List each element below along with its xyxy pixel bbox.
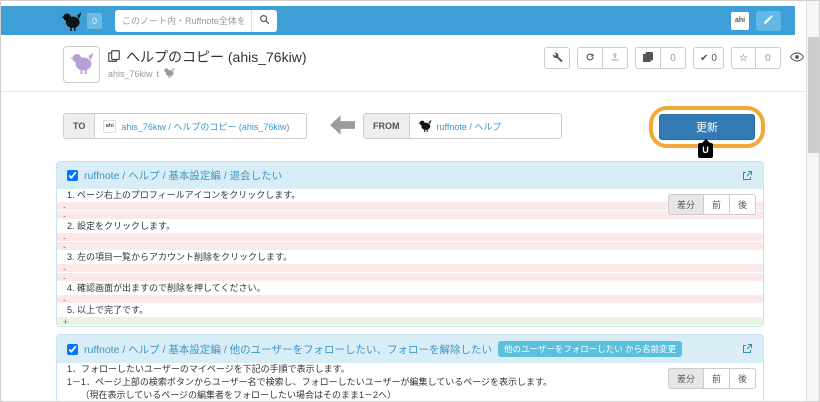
upload-icon [609,51,621,66]
search-input[interactable] [115,10,251,32]
fork-button[interactable] [635,47,661,69]
diff-panel-2: ruffnote / ヘルプ / 基本設定編 / 他のユーザーをフォローしたい、… [56,334,764,402]
star-group: ☆ 0 [731,47,781,69]
diff-line-removed: - [57,233,763,242]
diff-line: 1．フォローしたいユーザーのマイページを下記の手順で表示します。 [57,363,763,376]
panel-2-title-link[interactable]: ruffnote / ヘルプ / 基本設定編 / 他のユーザーをフォローしたい、… [84,342,492,357]
to-path-link[interactable]: ahis_76kiw / ヘルプのコピー (ahis_76kiw) [121,120,289,133]
fork-copy-icon [642,51,654,66]
from-bird-icon [418,119,432,134]
panel-1-header: ruffnote / ヘルプ / 基本設定編 / 退会したい [57,162,763,189]
navbar: 0 ahi [1,6,795,35]
search-icon [259,13,270,28]
star-count[interactable]: 0 [756,47,781,69]
vertical-scrollbar[interactable] [806,1,819,402]
title-row: ヘルプのコピー (ahis_76kiw) [107,47,306,67]
panel-1-body: 1. ページ右上のプロフィールアイコンをクリックします。 - - 2. 設定をク… [57,189,763,326]
copy-icon [107,49,121,66]
update-button[interactable]: 更新 [659,114,755,140]
refresh-button[interactable] [577,47,603,69]
external-link-icon[interactable] [741,343,753,355]
diff-panels: ruffnote / ヘルプ / 基本設定編 / 退会したい 1. ページ右上の… [56,161,764,402]
star-icon: ☆ [739,53,748,64]
divider [1,91,807,92]
panel-2-body: 1．フォローしたいユーザーのマイページを下記の手順で表示します。 1－1．ページ… [57,363,763,402]
diff-line: 5. 以上で完了です。 [57,304,763,317]
diff-panel-1: ruffnote / ヘルプ / 基本設定編 / 退会したい 1. ページ右上の… [56,161,764,327]
diff-line-removed: - [57,211,763,220]
merge-from: FROM ruffnote / ヘルプ [363,113,562,139]
after-view-button[interactable]: 後 [730,194,756,215]
from-path-link[interactable]: ruffnote / ヘルプ [437,120,502,133]
page-title: ヘルプのコピー (ahis_76kiw) [126,47,306,67]
scrollbar-thumb[interactable] [808,37,819,153]
before-view-button[interactable]: 前 [704,368,730,389]
owner-suffix: t [157,69,160,79]
check-count: 0 [711,53,717,64]
owner-name[interactable]: ahis_76kiw [108,69,153,79]
diff-line-removed: - [57,264,763,273]
merge-to: TO ahi ahis_76kiw / ヘルプのコピー (ahis_76kiw) [63,113,307,139]
diff-line-removed: - [57,242,763,251]
diff-line-added: + [57,317,763,326]
panel-1-title-link[interactable]: ruffnote / ヘルプ / 基本設定編 / 退会したい [84,168,282,183]
diff-view-button[interactable]: 差分 [668,194,704,215]
rename-badge: 他のユーザーをフォローしたい から名前変更 [498,341,682,357]
merge-arrow-left-icon [330,115,355,135]
diff-line: （現在表示しているページの編集者をフォローしたい場合はそのまま1－2へ） [57,389,763,402]
diff-view-button[interactable]: 差分 [668,368,704,389]
purple-bird-icon [70,51,94,79]
notification-badge[interactable]: 0 [87,13,102,29]
settings-button[interactable] [544,47,570,69]
from-label: FROM [363,113,410,139]
after-view-button[interactable]: 後 [730,368,756,389]
panel-2-checkbox[interactable] [67,344,78,355]
fork-count[interactable]: 0 [661,47,686,69]
diff-line: 3. 左の項目一覧からアカウント削除をクリックします。 [57,251,763,264]
panel-2-header: ruffnote / ヘルプ / 基本設定編 / 他のユーザーをフォローしたい、… [57,335,763,363]
to-box: ahi ahis_76kiw / ヘルプのコピー (ahis_76kiw) [95,113,307,139]
diff-line: 2. 設定をクリックします。 [57,220,763,233]
upload-button[interactable] [603,47,628,69]
pencil-icon [763,13,774,28]
note-avatar [63,46,100,83]
sync-group [577,47,628,69]
note-owner: ahis_76kiw t [108,67,175,80]
edit-button[interactable] [756,11,781,31]
diff-line: 1－1．ページ上部の検索ボタンからユーザー名で検索し、フォローしたいユーザーが編… [57,376,763,389]
eye-icon [790,52,804,65]
search-button[interactable] [251,10,277,32]
diff-line-removed: - [57,273,763,282]
panel-1-diff-controls: 差分 前 後 [668,194,756,215]
bird-icon [163,67,175,80]
from-box: ruffnote / ヘルプ [410,113,562,139]
diff-line: 1. ページ右上のプロフィールアイコンをクリックします。 [57,189,763,202]
diff-line-removed: - [57,202,763,211]
panel-1-checkbox[interactable] [67,170,78,181]
bird-logo-icon[interactable] [61,11,82,31]
to-label: TO [63,113,95,139]
star-button[interactable]: ☆ [731,47,756,69]
search-group [115,10,277,32]
check-icon: ✔ [700,53,708,64]
external-link-icon[interactable] [741,170,753,182]
keyboard-hint: U [698,143,713,158]
navbar-right: ahi [731,11,781,31]
diff-line: 4. 確認画面が出ますので削除を押してください。 [57,282,763,295]
wrench-icon [551,51,563,66]
before-view-button[interactable]: 前 [704,194,730,215]
refresh-icon [584,51,596,66]
app-window: 0 ahi ヘルプのコピー (ahis_76kiw) ahis_76kiw t [0,0,820,402]
user-avatar[interactable]: ahi [731,12,749,30]
to-avatar: ahi [103,120,116,133]
panel-2-diff-controls: 差分 前 後 [668,368,756,389]
diff-line-removed: - [57,295,763,304]
fork-group: 0 [635,47,686,69]
header-toolbar: 0 ✔0 ☆ 0 818 [544,47,820,69]
check-button[interactable]: ✔0 [693,47,724,69]
